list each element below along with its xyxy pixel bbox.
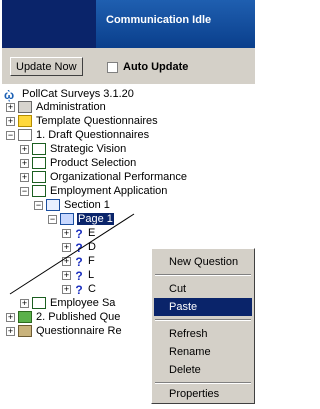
expand-icon[interactable]: + xyxy=(6,312,15,322)
tree-label: Product Selection xyxy=(50,157,137,169)
collapse-icon[interactable]: − xyxy=(20,186,29,196)
tree-node-strategic-vision[interactable]: + Strategic Vision xyxy=(20,142,127,156)
draft-folder-icon xyxy=(18,129,32,141)
tree-node-employment-application[interactable]: − Employment Application xyxy=(20,184,168,198)
collapse-icon[interactable]: − xyxy=(34,200,43,210)
update-now-button[interactable]: Update Now xyxy=(10,57,83,76)
expand-icon[interactable]: + xyxy=(20,172,29,182)
tree-node-draft-questionnaires[interactable]: − 1. Draft Questionnaires xyxy=(6,128,150,142)
header-bar: Communication Idle xyxy=(2,0,255,48)
administration-icon xyxy=(18,101,32,113)
questionnaire-icon xyxy=(32,171,46,183)
tree-label: Administration xyxy=(36,101,106,113)
tree-label: Employment Application xyxy=(50,185,168,197)
expand-icon[interactable]: + xyxy=(20,158,29,168)
menu-item-paste[interactable]: Paste xyxy=(154,298,252,316)
tree-node-organizational-performance[interactable]: + Organizational Performance xyxy=(20,170,188,184)
tree-label: Strategic Vision xyxy=(50,143,127,155)
published-folder-icon xyxy=(18,311,32,323)
expand-icon[interactable]: + xyxy=(6,102,15,112)
tree-label: Questionnaire Re xyxy=(36,325,122,337)
tree-node-questionnaire-results[interactable]: + Questionnaire Re xyxy=(6,324,123,338)
menu-item-cut[interactable]: Cut xyxy=(154,280,252,298)
menu-item-delete[interactable]: Delete xyxy=(154,361,252,379)
expand-icon[interactable]: + xyxy=(6,326,15,336)
menu-separator xyxy=(155,274,251,276)
collapse-icon[interactable]: − xyxy=(6,130,15,140)
menu-item-refresh[interactable]: Refresh xyxy=(154,325,252,343)
menu-separator xyxy=(155,382,251,384)
pollcat-icon: ῲ xyxy=(4,88,15,102)
menu-item-new-question[interactable]: New Question xyxy=(154,253,252,271)
folder-icon xyxy=(18,115,32,127)
tree-label: PollCat Surveys 3.1.20 xyxy=(22,88,134,100)
tree-label: Template Questionnaires xyxy=(36,115,158,127)
tree-node-product-selection[interactable]: + Product Selection xyxy=(20,156,137,170)
header-left-block xyxy=(2,0,96,48)
tree-node-root[interactable]: ῲ PollCat Surveys 3.1.20 xyxy=(4,87,135,102)
tree-label: Organizational Performance xyxy=(50,171,187,183)
menu-item-properties[interactable]: Properties xyxy=(154,385,252,403)
auto-update-control[interactable]: Auto Update xyxy=(107,61,188,73)
tree-label: 1. Draft Questionnaires xyxy=(36,129,150,141)
auto-update-label: Auto Update xyxy=(123,61,189,73)
menu-item-rename[interactable]: Rename xyxy=(154,343,252,361)
tree-node-published-questionnaires[interactable]: + 2. Published Que xyxy=(6,310,121,324)
toolbar: Update Now Auto Update xyxy=(2,48,255,84)
expand-icon[interactable]: + xyxy=(6,116,15,126)
tree-node-template-questionnaires[interactable]: + Template Questionnaires xyxy=(6,114,159,128)
questionnaire-icon xyxy=(32,157,46,169)
questionnaire-icon xyxy=(32,143,46,155)
pointer-line xyxy=(9,213,135,295)
expand-icon[interactable]: + xyxy=(20,144,29,154)
tree-label: 2. Published Que xyxy=(36,311,121,323)
results-folder-icon xyxy=(18,325,32,337)
context-menu: New Question Cut Paste Refresh Rename De… xyxy=(151,248,255,404)
auto-update-checkbox[interactable] xyxy=(107,61,118,73)
tree-node-administration[interactable]: + Administration xyxy=(6,100,107,114)
communication-status: Communication Idle xyxy=(96,0,255,48)
app-panel: Communication Idle Update Now Auto Updat… xyxy=(2,0,255,409)
questionnaire-icon xyxy=(32,185,46,197)
menu-separator xyxy=(155,319,251,321)
